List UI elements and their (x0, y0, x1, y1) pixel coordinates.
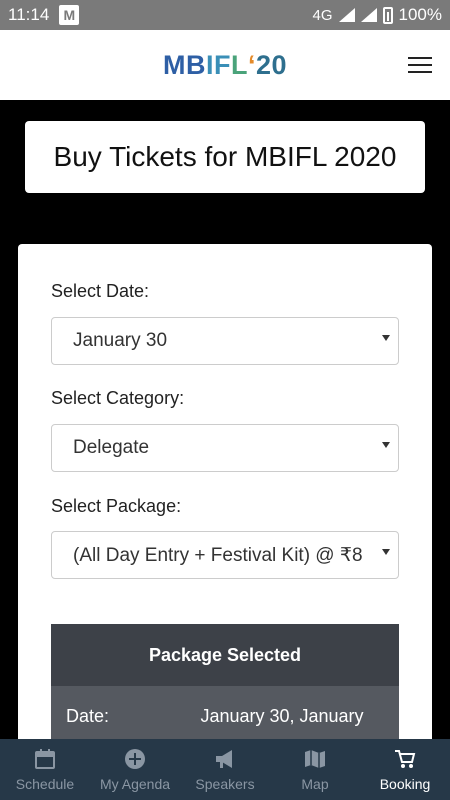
nav-label: Map (301, 775, 329, 792)
megaphone-icon (216, 749, 232, 768)
calendar-icon (35, 748, 55, 769)
category-select-value: Delegate (73, 437, 150, 458)
nav-item-map[interactable]: Map (270, 739, 360, 800)
logo-apostrophe: ‘ (247, 49, 256, 80)
package-summary-header: Package Selected (51, 624, 399, 686)
logo-year: 20 (255, 49, 288, 80)
category-label: Select Category: (51, 388, 185, 408)
logo[interactable]: MBIFL‘20 (163, 50, 287, 81)
status-bar: 11:14 M 4G 100% (0, 0, 450, 30)
status-time: 11:14 (8, 5, 50, 24)
signal-icon-2 (360, 8, 377, 22)
nav-item-schedule[interactable]: Schedule (0, 739, 90, 800)
package-label: Select Package: (51, 496, 182, 516)
cart-icon (395, 749, 416, 768)
row-key: Date: (66, 705, 110, 726)
date-label: Select Date: (51, 281, 150, 301)
date-select-value: January 30 (73, 330, 168, 351)
nav-item-booking[interactable]: Booking (360, 739, 450, 800)
package-summary-table: Package Selected Date: January 30, Janua… (51, 624, 399, 746)
category-select[interactable]: Delegate (51, 424, 399, 472)
nav-item-speakers[interactable]: Speakers (180, 739, 270, 800)
nav-label: Speakers (195, 775, 255, 792)
network-label: 4G (312, 6, 333, 24)
chevron-down-icon (382, 335, 390, 341)
title-card: Buy Tickets for MBIFL 2020 (25, 121, 425, 193)
map-icon (305, 749, 325, 768)
table-row: Date: January 30, January (51, 686, 399, 746)
app-header: MBIFL‘20 (0, 30, 450, 100)
logo-part-3: L (230, 49, 248, 80)
chevron-down-icon (382, 549, 390, 555)
page-title: Buy Tickets for MBIFL 2020 (53, 141, 397, 172)
battery-icon (382, 6, 393, 24)
booking-form: Select Date: January 30 Select Category:… (18, 244, 432, 764)
signal-icon (338, 8, 355, 22)
hamburger-icon[interactable] (408, 57, 432, 73)
notification-icon: M (59, 5, 80, 25)
battery-percentage: 100% (398, 5, 442, 24)
nav-label: My Agenda (99, 775, 171, 792)
nav-item-my-agenda[interactable]: My Agenda (90, 739, 180, 800)
bottom-nav: Schedule My Agenda Speakers Map Booking (0, 739, 450, 800)
nav-label: Booking (379, 775, 431, 792)
date-select[interactable]: January 30 (51, 317, 399, 365)
nav-label: Schedule (15, 775, 75, 792)
logo-part-1: MB (162, 49, 206, 80)
row-value: January 30, January (200, 705, 364, 726)
logo-part-2: IF (205, 49, 231, 80)
package-select[interactable]: (All Day Entry + Festival Kit) @ ₹8 (51, 531, 399, 579)
chevron-down-icon (382, 442, 390, 448)
plus-circle-icon (125, 748, 145, 769)
package-select-value: (All Day Entry + Festival Kit) @ ₹8 (73, 544, 363, 566)
